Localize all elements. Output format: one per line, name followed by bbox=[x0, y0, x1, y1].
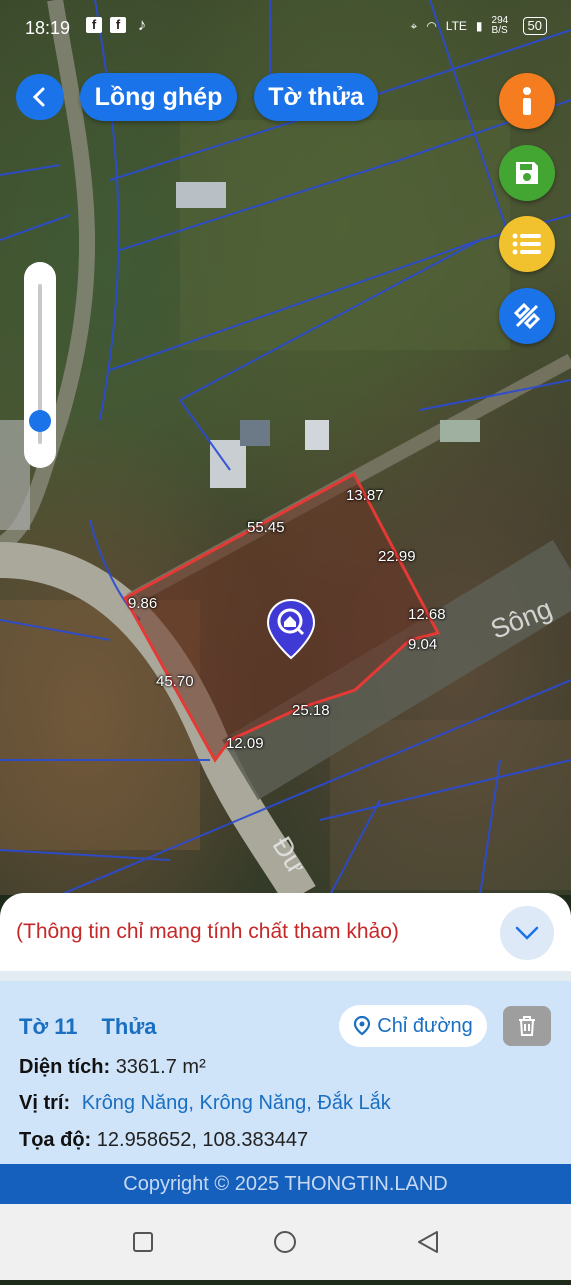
coordinates-row: Tọa độ: 12.958652, 108.383447 bbox=[19, 1129, 308, 1152]
tiktok-icon: ♪ bbox=[137, 15, 147, 34]
bottom-sheet-header: (Thông tin chỉ mang tính chất tham khảo) bbox=[0, 893, 571, 971]
area-label: Diện tích: bbox=[19, 1056, 111, 1078]
parcel-info-panel: Tờ 11 Thửa Chỉ đường Diện tích: 3361.7 m²… bbox=[0, 971, 571, 1164]
area-row: Diện tích: 3361.7 m² bbox=[19, 1056, 206, 1079]
info-button[interactable] bbox=[499, 73, 555, 129]
facebook-icon: f bbox=[110, 17, 126, 33]
network-speed: 294 B/S bbox=[491, 15, 509, 36]
building bbox=[210, 440, 246, 488]
location-row: Vị trí: Krông Năng, Krông Năng, Đắk Lắk bbox=[19, 1092, 391, 1115]
location-value[interactable]: Krông Năng, Krông Năng, Đắk Lắk bbox=[82, 1092, 391, 1114]
parcel-button[interactable]: Tờ thửa bbox=[254, 73, 378, 121]
back-nav-button bbox=[418, 1231, 438, 1253]
status-bar: 18:19 f f ♪ ⌖ ◠ LTE ▮ 294 B/S 50 bbox=[0, 0, 571, 58]
edge-length-label: 13.87 bbox=[346, 487, 384, 504]
save-button[interactable] bbox=[499, 145, 555, 201]
clock: 18:19 bbox=[25, 18, 71, 38]
battery-level: 50 bbox=[522, 17, 547, 35]
list-button[interactable] bbox=[499, 216, 555, 272]
disclaimer-text: (Thông tin chỉ mang tính chất tham khảo) bbox=[16, 920, 399, 943]
network-type: LTE bbox=[445, 19, 467, 33]
map-pin-icon bbox=[354, 1016, 371, 1036]
edge-length-label: 55.45 bbox=[247, 519, 285, 536]
area-value: 3361.7 m² bbox=[115, 1056, 206, 1078]
map-overlay bbox=[0, 0, 571, 895]
coordinates-label: Tọa độ: bbox=[19, 1129, 92, 1151]
back-button[interactable] bbox=[16, 74, 64, 120]
measure-button[interactable] bbox=[499, 288, 555, 344]
coordinates-value: 12.958652, 108.383447 bbox=[96, 1129, 309, 1151]
parcel-number-label: Thửa bbox=[101, 1014, 157, 1039]
recents-button bbox=[133, 1232, 153, 1252]
field-patch bbox=[180, 120, 510, 350]
list-icon bbox=[512, 233, 541, 255]
edge-length-label: 45.70 bbox=[156, 673, 194, 690]
notification-icons: f f ♪ bbox=[86, 15, 150, 34]
edge-length-label: 22.99 bbox=[378, 548, 416, 565]
edge-length-label: 12.68 bbox=[408, 606, 446, 623]
location-label: Vị trí: bbox=[19, 1092, 71, 1114]
sheet-number: Tờ 11 bbox=[19, 1014, 78, 1039]
info-icon bbox=[523, 87, 531, 115]
facebook-icon: f bbox=[86, 17, 102, 33]
zoom-thumb[interactable] bbox=[29, 410, 51, 432]
parcel-title: Tờ 11 Thửa bbox=[19, 1014, 157, 1040]
chevron-left-icon bbox=[32, 87, 45, 107]
edge-length-label: 9.04 bbox=[408, 636, 438, 653]
overlay-button[interactable]: Lồng ghép bbox=[80, 73, 237, 121]
android-nav-bar bbox=[0, 1204, 571, 1280]
building bbox=[305, 420, 329, 450]
edge-length-label: 25.18 bbox=[292, 702, 330, 719]
chevron-down-icon bbox=[515, 926, 539, 940]
wifi-icon: ◠ bbox=[426, 19, 437, 33]
collapse-sheet-button[interactable] bbox=[500, 906, 554, 960]
directions-button[interactable]: Chỉ đường bbox=[339, 1005, 487, 1047]
copyright-footer: Copyright © 2025 THONGTIN.LAND bbox=[0, 1164, 571, 1204]
nav-buttons bbox=[133, 1231, 438, 1253]
save-icon bbox=[516, 162, 538, 184]
building bbox=[440, 420, 480, 442]
ruler-pencil-icon bbox=[513, 302, 541, 330]
system-icons: ⌖ ◠ LTE ▮ 294 B/S 50 bbox=[411, 16, 547, 36]
delete-button[interactable] bbox=[503, 1006, 551, 1046]
home-button bbox=[274, 1231, 296, 1253]
field-patch bbox=[330, 720, 571, 890]
signal-icon: ▮ bbox=[475, 19, 483, 33]
trash-icon bbox=[519, 1016, 535, 1036]
building bbox=[176, 182, 226, 208]
location-icon: ⌖ bbox=[410, 18, 418, 33]
zoom-slider[interactable] bbox=[24, 262, 56, 468]
building bbox=[240, 420, 270, 446]
satellite-map[interactable]: 13.87 55.45 22.99 9.86 12.68 9.04 45.70 … bbox=[0, 0, 571, 895]
edge-length-label: 9.86 bbox=[128, 595, 158, 612]
directions-label: Chỉ đường bbox=[377, 1014, 473, 1037]
edge-length-label: 12.09 bbox=[226, 735, 264, 752]
